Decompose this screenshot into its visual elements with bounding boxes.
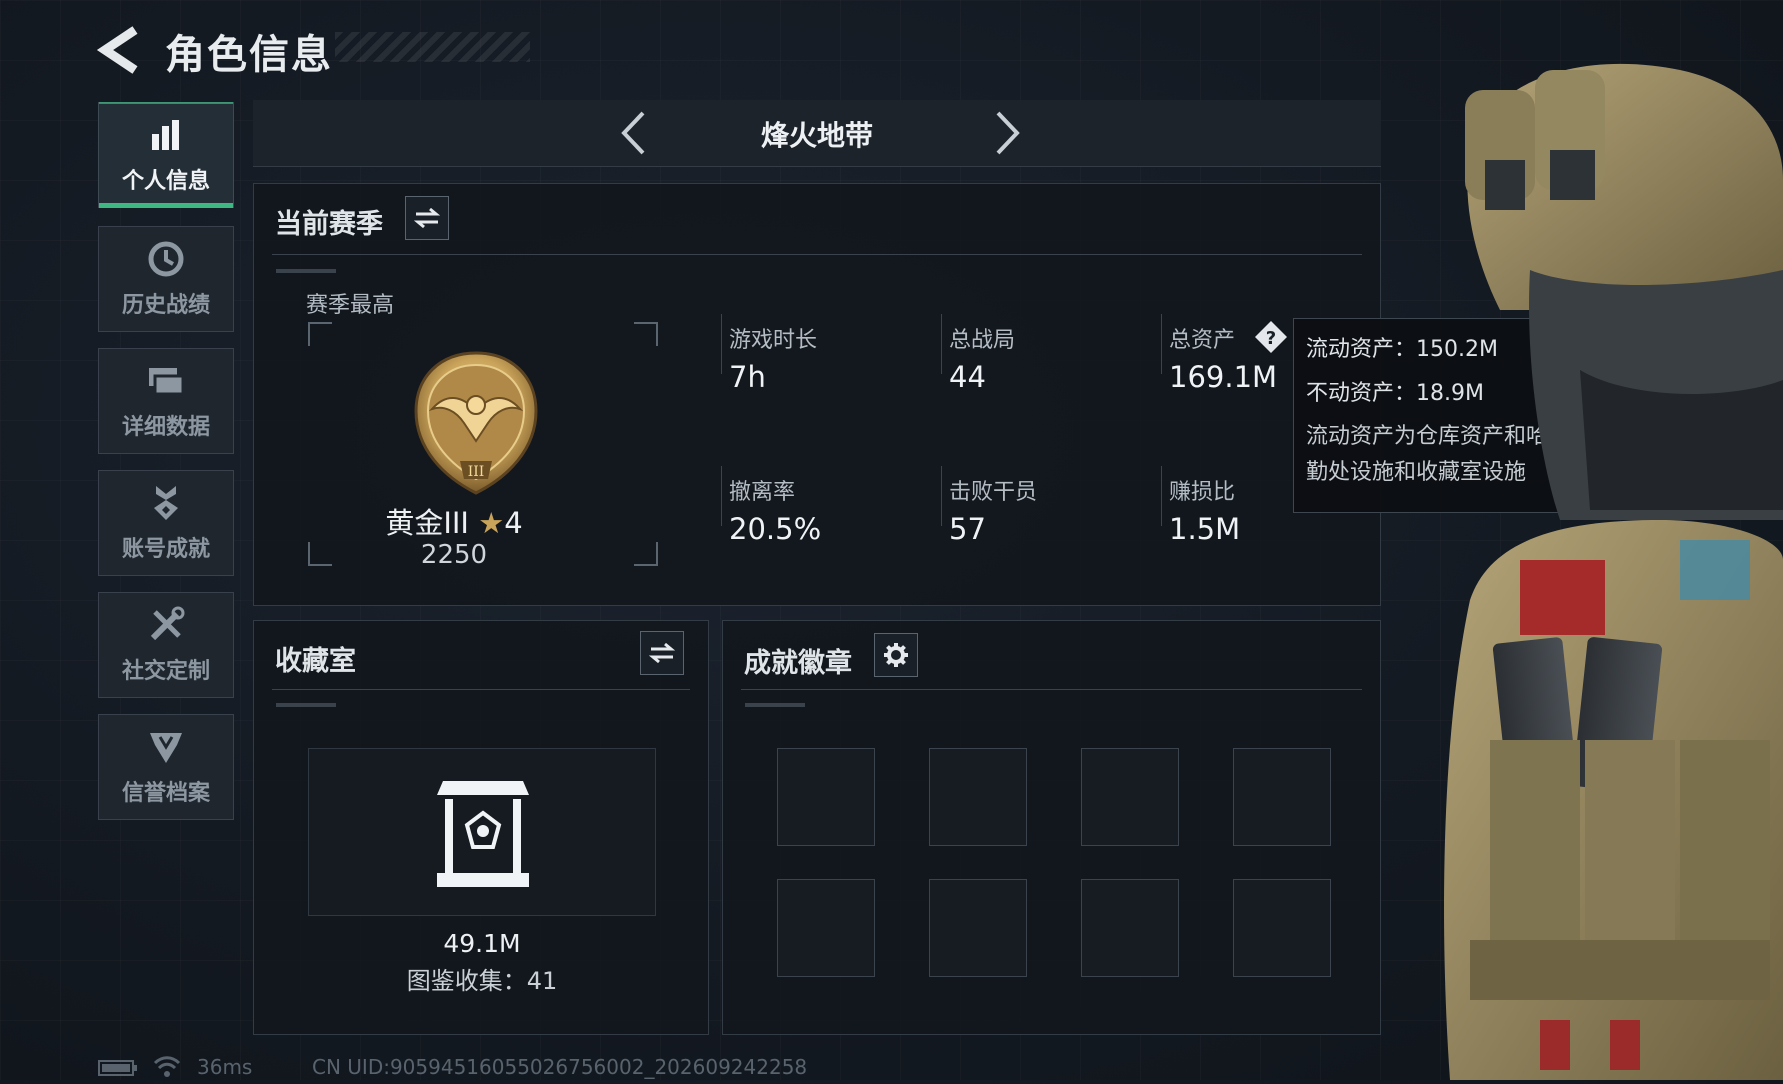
badge-slot[interactable] — [777, 748, 875, 846]
history-clock-icon — [146, 239, 186, 279]
back-arrow-icon — [96, 26, 138, 74]
rank-emblem-icon: III — [412, 349, 540, 497]
season-switch-button[interactable] — [405, 196, 449, 240]
sidebar-item-social-custom[interactable]: 社交定制 — [98, 592, 234, 698]
stat-value: 44 — [949, 360, 986, 394]
decoration-text — [276, 703, 336, 707]
rank-display: 黄金III ★4 — [254, 500, 654, 542]
mode-title: 烽火地带 — [760, 119, 873, 152]
stat-label: 总资产 — [1169, 328, 1236, 353]
stat-value: 20.5% — [729, 512, 822, 546]
badges-panel: 成就徽章 — [722, 620, 1381, 1035]
stat-value: 7h — [729, 360, 766, 394]
sidebar-item-label: 历史战绩 — [121, 293, 210, 318]
stat-label: 撤离率 — [729, 480, 796, 505]
back-button[interactable] — [95, 22, 145, 78]
sidebar-item-label: 详细数据 — [121, 415, 210, 440]
divider — [941, 314, 942, 374]
collection-preview[interactable] — [308, 748, 656, 916]
badge-slot[interactable] — [1081, 879, 1179, 977]
badges-settings-button[interactable] — [874, 633, 918, 677]
battery-icon — [98, 1058, 138, 1078]
divider — [272, 689, 690, 690]
season-title: 当前赛季 — [275, 209, 383, 240]
chevron-right-icon — [996, 111, 1020, 155]
stat-label: 击败干员 — [949, 480, 1038, 505]
badge-slot[interactable] — [1233, 879, 1331, 977]
ping-value: 36ms — [197, 1055, 253, 1079]
tools-icon — [146, 605, 186, 645]
stat-value: 169.1M — [1169, 360, 1278, 394]
divider — [1161, 466, 1162, 526]
divider — [1161, 314, 1162, 374]
data-cards-icon — [146, 361, 186, 401]
divider — [721, 466, 722, 526]
achievement-medal-icon — [146, 483, 186, 523]
sidebar-item-label: 社交定制 — [121, 659, 210, 684]
divider — [721, 314, 722, 374]
divider — [741, 689, 1362, 690]
collection-panel: 收藏室 49.1M 图鉴收集：41 — [253, 620, 709, 1035]
swap-icon — [649, 642, 675, 664]
character-model[interactable] — [1430, 40, 1783, 1080]
sidebar-item-detailed-data[interactable]: 详细数据 — [98, 348, 234, 454]
star-icon: ★ — [478, 506, 505, 540]
badge-slot[interactable] — [929, 748, 1027, 846]
sidebar-item-label: 账号成就 — [121, 537, 210, 562]
stat-label: 游戏时长 — [729, 328, 818, 353]
stat-value: 57 — [949, 512, 986, 546]
shield-emblem-icon — [146, 727, 186, 767]
divider — [941, 466, 942, 526]
decoration-text — [745, 703, 805, 707]
gear-icon — [884, 643, 908, 667]
rank-points: 2250 — [420, 540, 488, 570]
stat-label: 总战局 — [949, 328, 1016, 353]
mode-next-button[interactable] — [988, 110, 1028, 156]
collection-switch-button[interactable] — [640, 631, 684, 675]
help-icon[interactable]: ? — [1254, 320, 1288, 354]
mode-selector: 烽火地带 — [253, 100, 1381, 167]
frame-corner — [634, 322, 658, 346]
collection-title: 收藏室 — [275, 646, 356, 677]
swap-icon — [414, 207, 440, 229]
title-decoration — [335, 32, 530, 62]
badge-slot[interactable] — [777, 879, 875, 977]
sidebar-item-history[interactable]: 历史战绩 — [98, 226, 234, 332]
sidebar-item-reputation[interactable]: 信誉档案 — [98, 714, 234, 820]
badges-title: 成就徽章 — [744, 648, 852, 679]
divider — [272, 254, 1362, 255]
stat-value: 1.5M — [1169, 512, 1241, 546]
sidebar-item-achievements[interactable]: 账号成就 — [98, 470, 234, 576]
stat-label: 赚损比 — [1169, 480, 1236, 505]
page-title: 角色信息 — [165, 32, 333, 78]
badge-slot[interactable] — [929, 879, 1027, 977]
decoration-text — [276, 269, 336, 273]
sidebar-item-label: 个人信息 — [121, 169, 210, 194]
frame-corner — [308, 322, 332, 346]
wifi-icon — [153, 1054, 181, 1078]
rank-name: 黄金III — [385, 506, 469, 540]
sidebar-item-label: 信誉档案 — [121, 781, 210, 806]
sidebar-item-personal-info[interactable]: 个人信息 — [98, 102, 234, 208]
svg-text:?: ? — [1266, 328, 1276, 349]
season-best-label: 赛季最高 — [306, 293, 395, 318]
badge-slot[interactable] — [1081, 748, 1179, 846]
svg-text:III: III — [468, 464, 485, 480]
showcase-icon — [437, 777, 529, 889]
user-uid: CN UID:90594516055026756002_202609242258 — [312, 1055, 808, 1079]
collection-value: 49.1M — [443, 929, 521, 958]
bar-chart-icon — [146, 115, 186, 155]
collection-catalog: 图鉴收集：41 — [406, 967, 558, 995]
badge-slot[interactable] — [1233, 748, 1331, 846]
rank-stars: 4 — [504, 506, 523, 540]
season-panel: 当前赛季 赛季最高 III 黄金III ★4 2250 游戏时长 7h 总战局 … — [253, 183, 1381, 606]
